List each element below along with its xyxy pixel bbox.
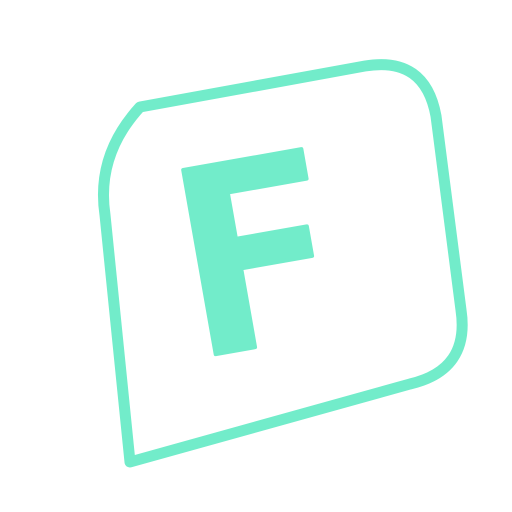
logo-frame-outline (97, 59, 468, 468)
f-logo-icon (97, 59, 468, 468)
logo-canvas (0, 0, 512, 512)
logo-letter-f (181, 147, 315, 357)
